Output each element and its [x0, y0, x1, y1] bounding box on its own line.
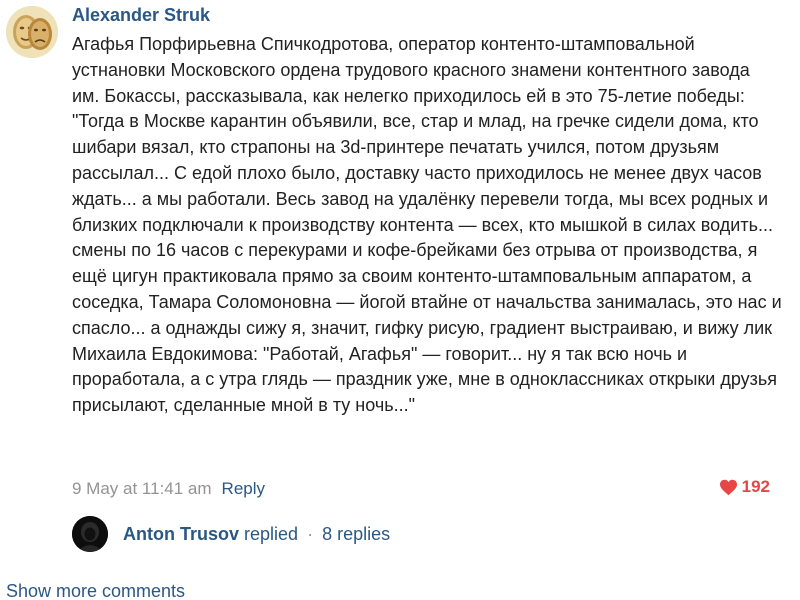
comment-author-name[interactable]: Alexander Struk [72, 4, 210, 26]
show-more-comments-link[interactable]: Show more comments [6, 580, 185, 600]
reply-author-name[interactable]: Anton Trusov [123, 524, 239, 544]
heart-icon [719, 479, 737, 495]
comment-date[interactable]: 9 May at 11:41 am [72, 479, 212, 498]
like-button[interactable]: 192 [719, 476, 770, 498]
dark-hooded-avatar-icon [72, 516, 108, 552]
separator-dot: · [307, 524, 314, 544]
replied-label: replied [244, 524, 299, 544]
reply-author-avatar[interactable] [72, 516, 108, 552]
comment-thread: Alexander Struk Агафья Порфирьевна Спичк… [0, 0, 800, 600]
reply-button[interactable]: Reply [222, 479, 265, 498]
comment-text: Агафья Порфирьевна Спичкодротова, операт… [72, 34, 782, 416]
replies-summary[interactable]: Anton Trusov replied · 8 replies [123, 523, 390, 545]
author-avatar[interactable] [6, 6, 58, 58]
comment-meta: 9 May at 11:41 am Reply [72, 478, 265, 500]
like-count: 192 [741, 477, 770, 496]
replies-count-link[interactable]: 8 replies [322, 524, 390, 544]
theater-masks-icon [6, 6, 58, 58]
